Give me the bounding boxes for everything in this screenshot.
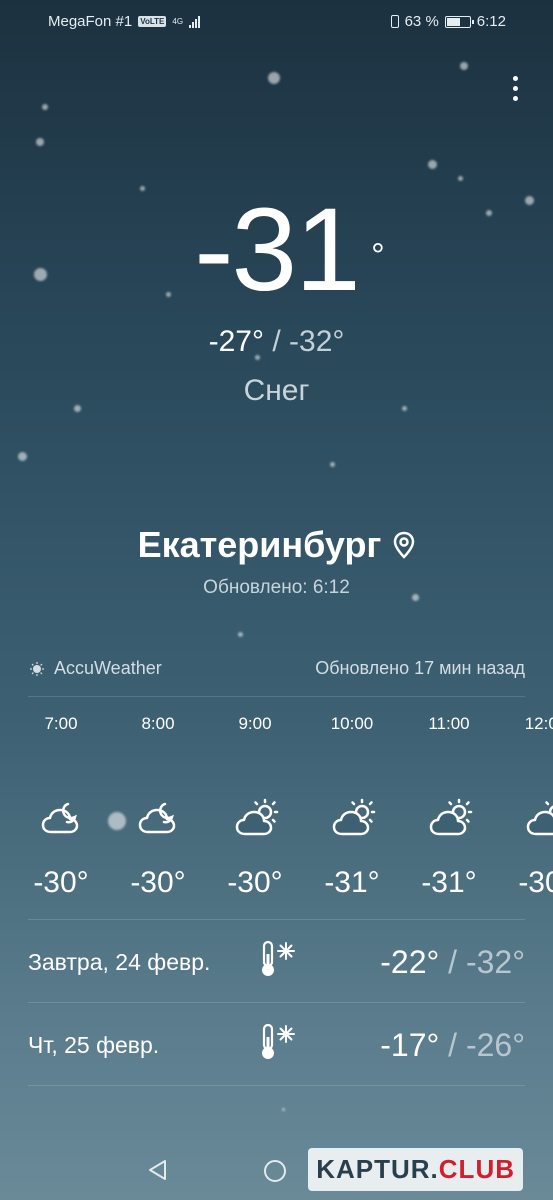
day-sep: / xyxy=(448,943,458,980)
degree-symbol: ° xyxy=(371,237,385,275)
cloud-sun-icon xyxy=(429,798,473,838)
daily-row[interactable]: Чт, 25 февр. -17° / -26° xyxy=(28,1005,525,1085)
high-temp: -27° xyxy=(208,325,264,358)
hourly-temp: -30° xyxy=(227,866,283,899)
current-temperature: -31 ° xyxy=(0,190,553,310)
watermark-main: KAPTUR. xyxy=(316,1154,439,1184)
watermark: KAPTUR.CLUB xyxy=(308,1148,523,1191)
cold-thermometer-icon xyxy=(258,1023,318,1067)
hourly-time: 12:00 xyxy=(524,714,553,733)
provider-row[interactable]: AccuWeather Обновлено 17 мин назад xyxy=(30,658,525,679)
hourly-temp: -30° xyxy=(33,866,89,899)
status-bar: MegaFon #1 VoLTE 4G 63 % 6:12 xyxy=(0,0,553,44)
daily-row[interactable]: Завтра, 24 февр. -22° / -32° xyxy=(28,922,525,1002)
hourly-time: 8:00 xyxy=(141,714,175,733)
battery-icon xyxy=(444,15,474,28)
battery-percent: 63 % xyxy=(404,13,439,30)
location-pin-icon xyxy=(394,531,415,559)
hourly-temp: -30° xyxy=(518,866,553,899)
hourly-temp: -31° xyxy=(324,866,380,899)
divider xyxy=(28,919,525,920)
city-selector[interactable]: Екатеринбург xyxy=(0,524,553,566)
cloud-sun-icon xyxy=(526,798,553,838)
accuweather-sun-icon xyxy=(30,661,44,676)
weather-condition: Снег xyxy=(243,374,310,407)
back-button[interactable] xyxy=(146,1158,170,1182)
low-temp: -32° xyxy=(289,325,345,358)
hourly-temp: -31° xyxy=(421,866,477,899)
divider xyxy=(28,1085,525,1086)
day-high: -17° xyxy=(380,1026,440,1063)
day-temps: -17° / -26° xyxy=(318,1027,525,1064)
cloud-sun-icon xyxy=(332,798,376,838)
signal-icon xyxy=(189,15,201,28)
hourly-temp: -30° xyxy=(130,866,186,899)
hourly-time: 11:00 xyxy=(428,714,470,733)
network-type: 4G xyxy=(172,16,184,26)
volte-badge: VoLTE xyxy=(138,16,167,27)
carrier-name: MegaFon #1 xyxy=(48,13,133,30)
provider-name: AccuWeather xyxy=(54,658,162,678)
high-low-temp: -27° / -32° xyxy=(0,325,553,359)
day-temps: -22° / -32° xyxy=(318,944,525,981)
provider-updated: Обновлено 17 мин назад xyxy=(315,658,525,678)
day-high: -22° xyxy=(380,943,440,980)
home-button[interactable] xyxy=(264,1160,286,1182)
hourly-time: 9:00 xyxy=(238,714,272,733)
cold-thermometer-icon xyxy=(258,940,318,984)
day-low: -32° xyxy=(465,943,525,980)
updated-time: Обновлено: 6:12 xyxy=(203,577,350,598)
divider xyxy=(28,1002,525,1003)
vibrate-icon xyxy=(390,15,399,28)
navigation-bar: KAPTUR.CLUB xyxy=(0,1140,553,1200)
day-name: Чт, 25 февр. xyxy=(28,1031,160,1058)
cloud-sun-icon xyxy=(235,798,279,838)
hilo-separator: / xyxy=(272,325,281,358)
watermark-accent: CLUB xyxy=(438,1154,515,1184)
city-name: Екатеринбург xyxy=(137,524,382,565)
more-options-button[interactable] xyxy=(505,68,525,108)
cloud-moon-icon xyxy=(138,798,182,838)
day-sep: / xyxy=(448,1026,458,1063)
hourly-forecast[interactable]: 7:00 -30° 8:00 -30° 9:00 -30° 10:00 -31° 11:00 -3… xyxy=(13,710,553,910)
current-temp-value: -31 xyxy=(194,184,361,316)
day-low: -26° xyxy=(465,1026,525,1063)
day-name: Завтра, 24 февр. xyxy=(28,948,211,975)
divider xyxy=(28,696,525,697)
hourly-time: 7:00 xyxy=(44,714,78,733)
clock: 6:12 xyxy=(476,13,506,30)
cloud-moon-icon xyxy=(41,798,85,838)
hourly-time: 10:00 xyxy=(330,714,374,733)
